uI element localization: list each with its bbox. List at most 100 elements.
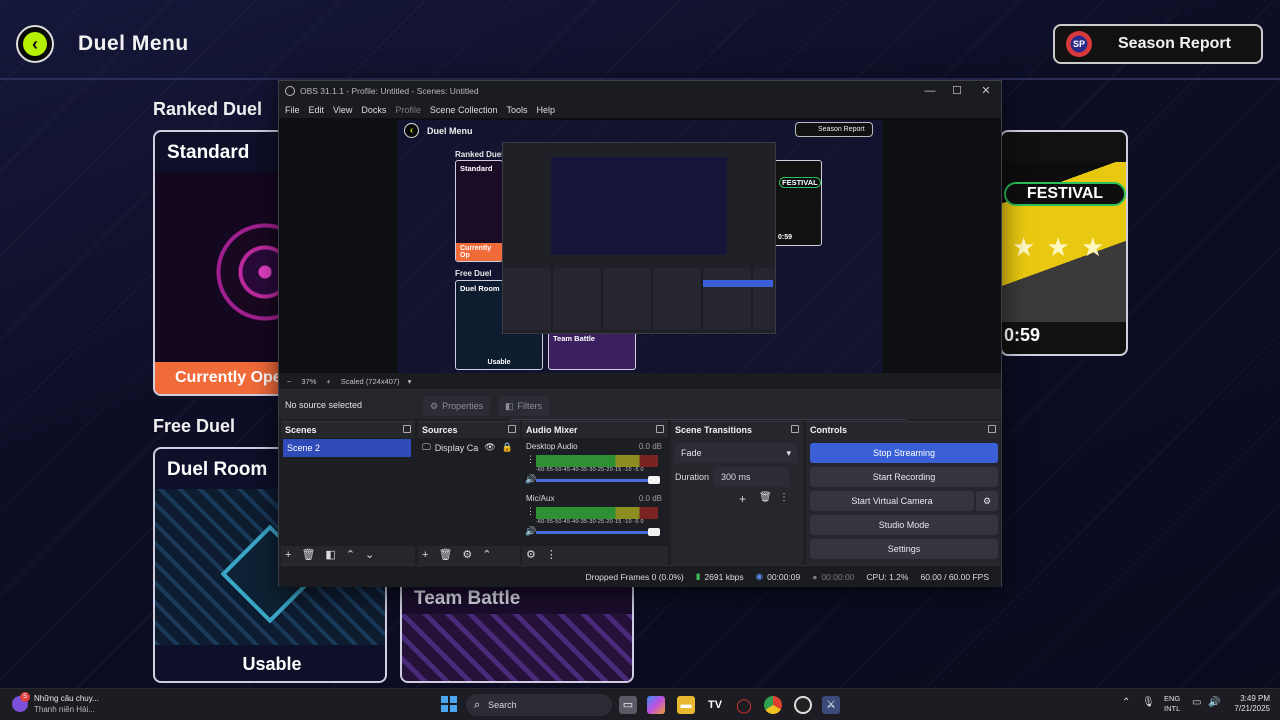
language-code: ENG xyxy=(1164,694,1181,703)
chrome-icon[interactable] xyxy=(764,696,782,714)
copilot-icon[interactable] xyxy=(647,696,665,714)
opera-icon[interactable]: ◯ xyxy=(735,696,753,714)
dock-popout-icon[interactable] xyxy=(791,425,799,433)
volume-icon[interactable]: 🔊 xyxy=(1208,697,1220,708)
menu-help[interactable]: Help xyxy=(536,105,555,115)
kebab-menu-icon[interactable]: ⋮ xyxy=(779,492,789,503)
obs-titlebar[interactable]: OBS 31.1.1 - Profile: Untitled - Scenes:… xyxy=(279,81,1001,101)
add-icon[interactable]: + xyxy=(739,492,746,506)
trash-icon[interactable]: 🗑 xyxy=(301,548,315,561)
cpu-usage: CPU: 1.2% xyxy=(866,571,909,582)
record-time-value: 00:00:00 xyxy=(821,571,855,582)
obs-preview[interactable]: ‹ Duel Menu Season Report Ranked Duel St… xyxy=(279,118,1001,420)
menu-edit[interactable]: Edit xyxy=(309,105,325,115)
scene-item[interactable]: Scene 2 xyxy=(283,439,411,457)
language-indicator[interactable]: ENG INTL xyxy=(1164,694,1180,714)
filters-label: Filters xyxy=(517,401,543,411)
maximize-button[interactable]: ☐ xyxy=(944,83,970,99)
chevron-left-icon: ‹ xyxy=(23,32,47,56)
menu-tools[interactable]: Tools xyxy=(506,105,527,115)
duel-room-status-badge: Usable xyxy=(242,654,302,674)
signal-bars-icon: ▮ xyxy=(695,571,701,581)
menu-docks[interactable]: Docks xyxy=(361,105,386,115)
menu-scene-collection[interactable]: Scene Collection xyxy=(430,105,498,115)
kebab-menu-icon[interactable]: ⋮ xyxy=(546,548,557,561)
lock-icon[interactable]: 🔒 xyxy=(502,442,513,453)
filters-button[interactable]: ◧ Filters xyxy=(498,396,550,416)
menu-profile[interactable]: Profile xyxy=(395,105,421,115)
zoom-mode[interactable]: Scaled (724x407) xyxy=(341,377,400,386)
menu-file[interactable]: File xyxy=(285,105,300,115)
tradingview-icon[interactable]: TV xyxy=(706,696,724,714)
scenes-dock: Scenes Scene 2 + 🗑 ◧ ⌃ ⌄ xyxy=(281,421,415,565)
speaker-icon[interactable]: 🔊 xyxy=(525,474,536,485)
taskbar-search[interactable]: ⌕ Search xyxy=(466,694,612,716)
start-recording-button[interactable]: Start Recording xyxy=(810,467,998,487)
add-icon[interactable]: + xyxy=(422,549,428,561)
source-item[interactable]: 🖵 Display Ca 👁 🔒 xyxy=(422,442,513,453)
back-button[interactable]: ‹ xyxy=(16,25,54,63)
task-view-icon[interactable]: ▭ xyxy=(619,696,637,714)
virtual-camera-settings-button[interactable]: ⚙ xyxy=(976,491,998,511)
festival-card[interactable]: FESTIVAL ★ ★ ★ 0:59 xyxy=(1000,130,1128,356)
properties-button[interactable]: ⚙ Properties xyxy=(423,396,491,416)
meter-scale: -60-55-50-45-40-35-30-25-20-15 -10 -5 0 xyxy=(536,519,644,525)
team-battle-card[interactable]: Team Battle xyxy=(400,580,634,683)
chevron-up-icon[interactable]: ⌃ xyxy=(346,548,355,561)
duration-field[interactable]: 300 ms xyxy=(713,467,789,487)
gear-icon[interactable]: ⚙ xyxy=(526,548,536,561)
obs-status-bar: Dropped Frames 0 (0.0%) ▮ 2691 kbps ◉ 00… xyxy=(279,565,1001,587)
start-virtual-camera-button[interactable]: Start Virtual Camera xyxy=(810,491,974,511)
season-report-button[interactable]: SP Season Report xyxy=(1053,24,1263,64)
studio-mode-button[interactable]: Studio Mode xyxy=(810,515,998,535)
settings-button[interactable]: Settings xyxy=(810,539,998,559)
file-explorer-icon[interactable]: ▬ xyxy=(677,696,695,714)
volume-knob[interactable] xyxy=(648,528,660,536)
game-taskbar-icon[interactable]: ⚔ xyxy=(822,696,840,714)
volume-knob[interactable] xyxy=(648,476,660,484)
network-icon[interactable]: ▭ xyxy=(1192,697,1201,708)
record-icon: ● xyxy=(812,571,818,582)
chevron-down-icon[interactable]: ⌄ xyxy=(365,548,374,561)
chevron-up-icon[interactable]: ⌃ xyxy=(482,548,491,561)
dock-popout-icon[interactable] xyxy=(403,425,411,433)
standard-card[interactable]: Standard Currently Ope xyxy=(153,130,293,396)
eye-icon[interactable]: 👁 xyxy=(484,442,495,453)
system-clock[interactable]: 3:49 PM 7/21/2025 xyxy=(1226,694,1270,714)
volume-slider[interactable] xyxy=(536,528,660,536)
dock-popout-icon[interactable] xyxy=(988,425,996,433)
transition-select[interactable]: Fade ▾ xyxy=(675,443,797,463)
news-widget[interactable]: 5 Những câu chuy... Thanh niên Hải... xyxy=(12,692,99,715)
zoom-in-button[interactable]: + xyxy=(326,377,330,386)
add-icon[interactable]: + xyxy=(285,549,291,561)
mini-standard-title: Standard xyxy=(460,164,493,173)
stop-streaming-button[interactable]: Stop Streaming xyxy=(810,443,998,463)
close-button[interactable]: ✕ xyxy=(973,83,999,99)
standard-status-badge: Currently Ope xyxy=(155,362,291,394)
chevron-up-icon[interactable]: ⌃ xyxy=(1122,697,1130,708)
taskbar: 5 Những câu chuy... Thanh niên Hải... ⌕ … xyxy=(0,688,1280,720)
dock-popout-icon[interactable] xyxy=(656,425,664,433)
kebab-menu-icon[interactable]: ⋮ xyxy=(526,454,535,465)
zoom-out-button[interactable]: − xyxy=(287,377,291,386)
news-badge: 5 xyxy=(20,692,30,702)
duration-label: Duration xyxy=(675,472,710,482)
source-toolbar: No source selected ⚙ Properties ◧ Filter… xyxy=(279,389,1001,419)
obs-taskbar-icon[interactable] xyxy=(794,696,812,714)
kebab-menu-icon[interactable]: ⋮ xyxy=(526,506,535,517)
volume-slider[interactable] xyxy=(536,476,660,484)
speaker-icon[interactable]: 🔊 xyxy=(525,526,536,537)
gear-icon[interactable]: ⚙ xyxy=(462,548,472,561)
windows-start-icon[interactable] xyxy=(441,696,457,712)
mini-festival-card: FESTIVAL 0:59 xyxy=(774,160,822,246)
dock-popout-icon[interactable] xyxy=(508,425,516,433)
microphone-icon[interactable]: 🎙 xyxy=(1142,697,1155,708)
filter-icon[interactable]: ◧ xyxy=(325,548,335,561)
duel-room-title: Duel Room xyxy=(167,459,268,480)
minimize-button[interactable]: — xyxy=(917,83,943,99)
menu-view[interactable]: View xyxy=(333,105,352,115)
chevron-down-icon[interactable]: ▾ xyxy=(408,377,412,386)
trash-icon[interactable]: 🗑 xyxy=(438,548,452,561)
trash-icon[interactable]: 🗑 xyxy=(759,492,772,503)
mini-team-battle-title: Team Battle xyxy=(553,334,595,343)
